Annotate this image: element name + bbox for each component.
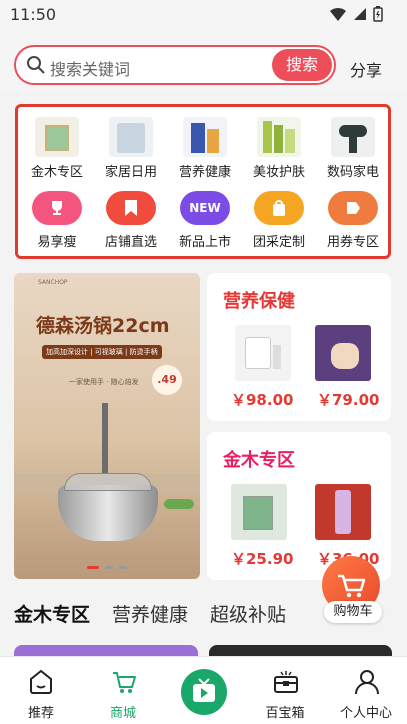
tab-jinmu[interactable]: 金木专区 — [14, 600, 90, 627]
battery-icon — [373, 6, 383, 22]
product-image[interactable] — [235, 325, 291, 381]
banner-title: 德森汤锅22cm — [36, 315, 170, 337]
page-dot — [105, 566, 113, 569]
product-image[interactable] — [315, 325, 371, 381]
status-bar: 11:50 — [0, 0, 407, 30]
share-button[interactable]: 分享 — [350, 57, 382, 81]
nav-profile[interactable]: 个人中心 — [331, 657, 401, 724]
pot-image — [58, 485, 158, 541]
category-label: 团采定制 — [252, 235, 305, 250]
product-thumb-icon — [109, 117, 153, 157]
category-nutrition[interactable]: 营养健康 — [168, 117, 242, 180]
tab-subsidy[interactable]: 超级补贴 — [210, 600, 286, 627]
category-label: 家居日用 — [104, 165, 157, 180]
card-title: 金木专区 — [223, 450, 295, 471]
promo-card-nutrition[interactable]: 营养保健 ￥98.00 ￥79.00 — [207, 273, 391, 421]
category-beauty[interactable]: 美妆护肤 — [242, 117, 316, 180]
category-label: 易享瘦 — [37, 235, 77, 250]
tab-nutrition[interactable]: 营养健康 — [112, 600, 188, 627]
cart-icon — [113, 672, 136, 693]
nav-label: 百宝箱 — [265, 706, 305, 721]
search-icon — [27, 56, 45, 74]
page-dot — [119, 566, 127, 569]
product-image[interactable] — [315, 484, 371, 540]
category-label: 用券专区 — [326, 235, 379, 250]
category-slim[interactable]: 易享瘦 — [20, 191, 94, 250]
product-thumb-icon — [331, 117, 375, 157]
section-tabs: 金木专区 营养健康 超级补贴 — [14, 600, 286, 627]
nav-mall[interactable]: 商城 — [88, 657, 158, 724]
category-coupon[interactable]: 用券专区 — [316, 191, 390, 250]
product-thumb-icon — [257, 117, 301, 157]
nav-treasure-box[interactable]: 百宝箱 — [250, 657, 320, 724]
coupon-icon — [328, 191, 378, 225]
search-input[interactable]: 搜索关键词 — [50, 56, 130, 80]
category-digital[interactable]: 数码家电 — [316, 117, 390, 180]
person-icon — [355, 670, 379, 695]
category-label: 美妆护肤 — [252, 165, 305, 180]
new-badge-icon: NEW — [180, 191, 230, 225]
status-icons — [329, 6, 383, 22]
vegetables-image — [164, 499, 194, 509]
cart-label[interactable]: 购物车 — [324, 601, 382, 623]
category-label: 营养健康 — [178, 165, 231, 180]
tv-icon — [193, 678, 215, 702]
product-thumb-icon — [35, 117, 79, 157]
category-home[interactable]: 家居日用 — [94, 117, 168, 180]
search-button[interactable]: 搜索 — [272, 49, 332, 81]
category-label: 数码家电 — [326, 165, 379, 180]
product-price: ￥79.00 — [317, 391, 380, 409]
product-thumb-icon — [183, 117, 227, 157]
category-store[interactable]: 店铺直选 — [94, 191, 168, 250]
nav-video-button[interactable] — [181, 669, 227, 715]
banner-subtitle: 一家使用手 · 随心焙发 — [69, 378, 139, 386]
status-time: 11:50 — [10, 5, 57, 24]
product-price: ￥25.90 — [231, 550, 294, 568]
wifi-icon — [330, 7, 346, 21]
signal-icon — [354, 8, 366, 20]
trophy-icon — [32, 191, 82, 225]
card-title: 营养保健 — [223, 291, 295, 312]
nav-recommend[interactable]: 推荐 — [6, 657, 76, 724]
search-row: 搜索关键词 搜索 分享 — [0, 30, 407, 92]
bottom-nav: 推荐 商城 百宝箱 个人中心 — [0, 656, 407, 724]
home-icon — [30, 669, 52, 694]
nav-label: 个人中心 — [339, 706, 392, 721]
category-group[interactable]: 团采定制 — [242, 191, 316, 250]
product-price: ￥98.00 — [231, 391, 294, 409]
banner-brand: SANCHOP — [38, 279, 68, 286]
bag-icon — [254, 191, 304, 225]
banner-page-indicator — [14, 566, 200, 569]
treasure-box-icon — [274, 671, 298, 693]
category-jinmu[interactable]: 金木专区 — [20, 117, 94, 180]
pot-lid-image — [64, 473, 152, 491]
faucet-image — [102, 403, 108, 473]
search-box[interactable]: 搜索关键词 搜索 — [14, 45, 336, 85]
product-image[interactable] — [231, 484, 287, 540]
nav-label: 推荐 — [27, 706, 54, 721]
nav-label: 商城 — [109, 706, 136, 721]
page-dot — [87, 566, 99, 569]
category-panel: 金木专区 家居日用 营养健康 美妆护肤 数码家电 易享瘦 店铺直选 NEW 新品… — [15, 104, 391, 259]
banner-price-badge: .49 — [152, 365, 182, 395]
category-label: 金木专区 — [30, 165, 83, 180]
category-label: 新品上市 — [178, 235, 231, 250]
bookmark-icon — [106, 191, 156, 225]
promo-banner[interactable]: SANCHOP 德森汤锅22cm 加高加深设计 | 可视玻璃 | 防烫手柄 一家… — [14, 273, 200, 579]
category-new[interactable]: NEW 新品上市 — [168, 191, 242, 250]
banner-tag: 加高加深设计 | 可视玻璃 | 防烫手柄 — [42, 345, 162, 359]
category-label: 店铺直选 — [104, 235, 157, 250]
